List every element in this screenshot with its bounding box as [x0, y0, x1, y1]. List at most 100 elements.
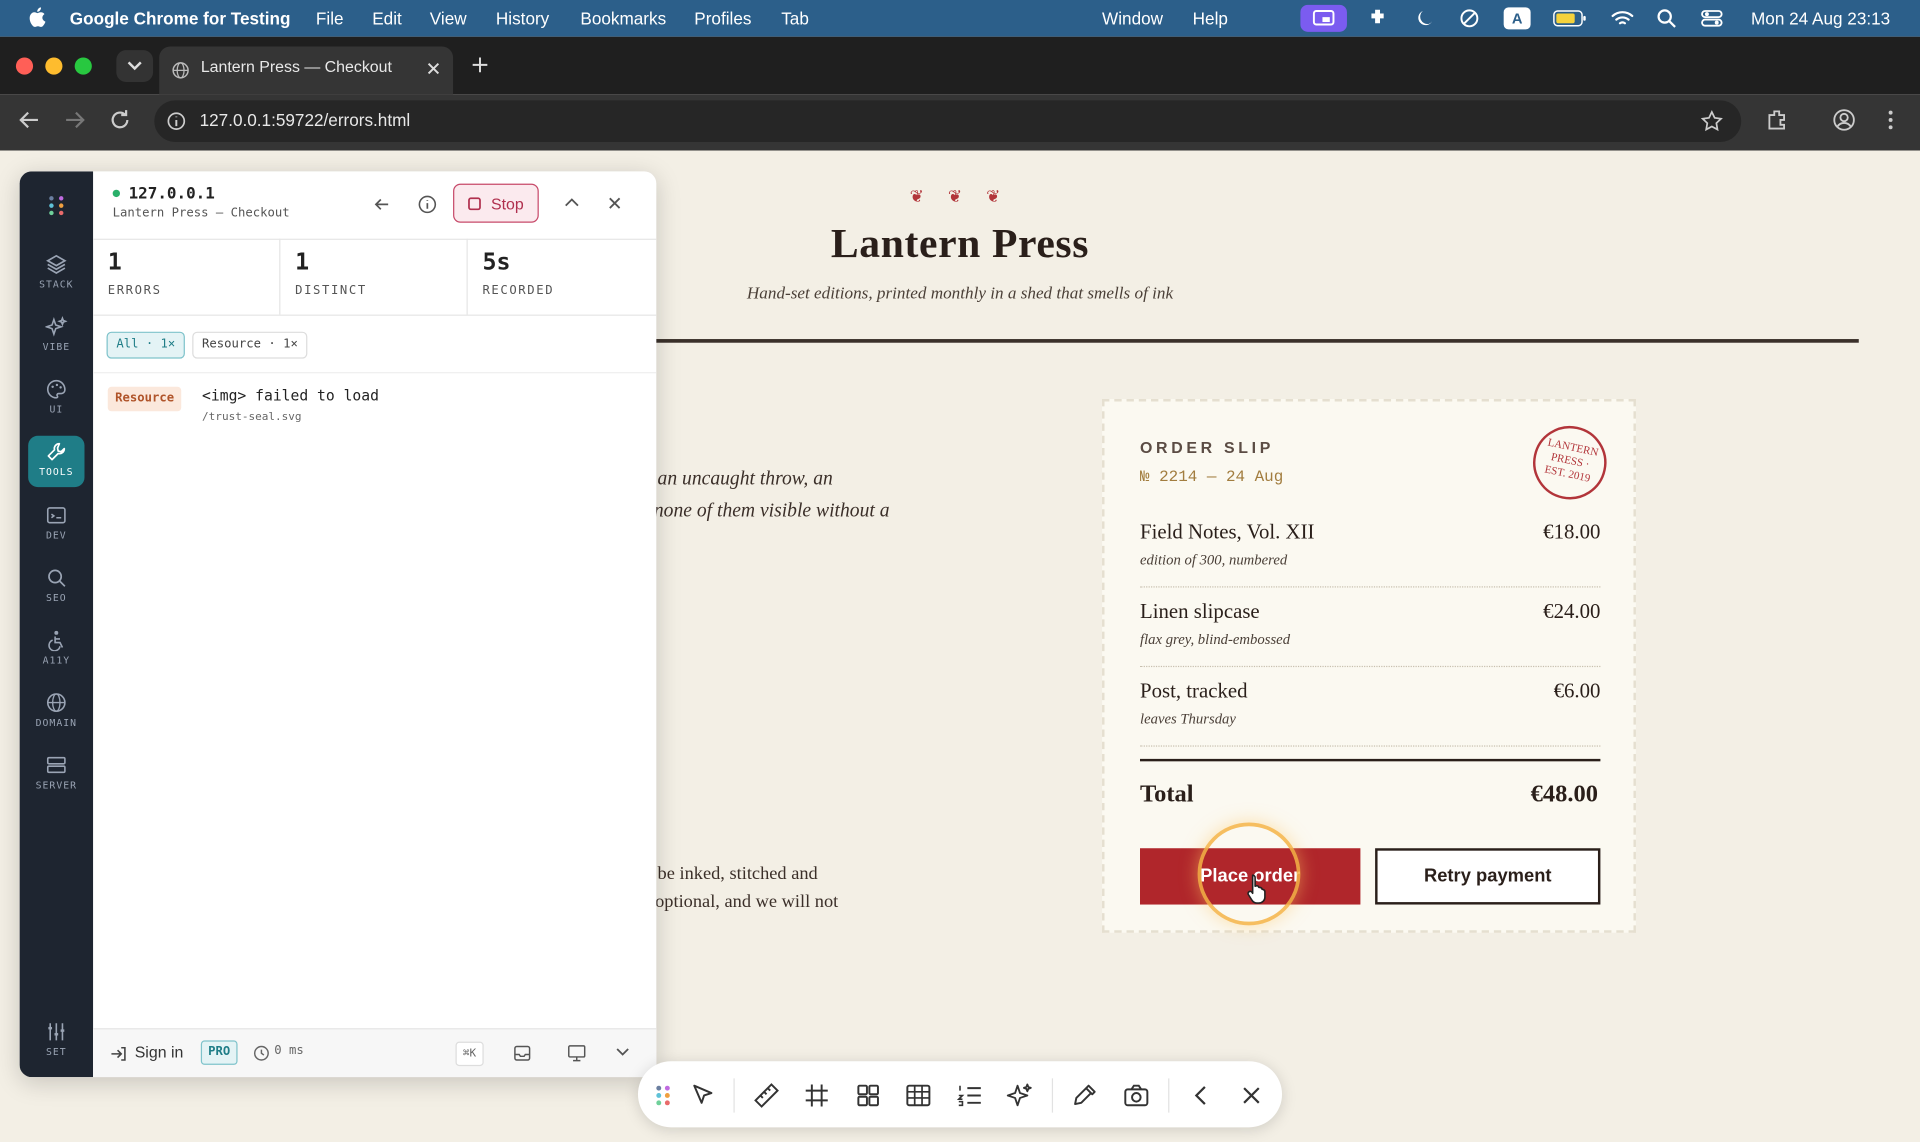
menu-view[interactable]: View	[430, 9, 467, 29]
sidebar-item-a11y[interactable]: A11Y	[28, 624, 84, 675]
battery-icon[interactable]	[1553, 10, 1587, 27]
tab-close-icon[interactable]	[426, 61, 441, 76]
screen-share-icon[interactable]	[1300, 4, 1347, 32]
menu-file[interactable]: File	[316, 9, 344, 29]
grid-hash-icon[interactable]	[802, 1081, 831, 1110]
table-icon[interactable]	[904, 1081, 933, 1110]
sidebar-item-server[interactable]: SERVER	[28, 749, 84, 800]
sign-in-arrow-icon[interactable]	[110, 1045, 127, 1062]
error-row[interactable]: Resource <img> failed to load /trust-sea…	[93, 377, 656, 433]
browser-tab-active[interactable]: Lantern Press — Checkout	[159, 46, 454, 95]
panel-close-icon[interactable]	[607, 196, 622, 211]
stat-recorded: 5s RECORDED	[468, 239, 655, 315]
magnifier-icon	[48, 569, 66, 587]
wifi-icon[interactable]	[1610, 7, 1634, 29]
sidebar-item-stack[interactable]: STACK	[28, 248, 84, 299]
forward-arrow-icon[interactable]	[64, 109, 86, 131]
extensions-icon[interactable]	[1764, 108, 1788, 132]
stop-recording-button[interactable]: Stop	[453, 183, 539, 223]
sidebar-label: SEO	[45, 592, 67, 604]
apple-icon[interactable]	[27, 6, 47, 28]
address-url[interactable]: 127.0.0.1:59722/errors.html	[200, 110, 411, 130]
window-zoom-button[interactable]	[74, 57, 92, 75]
item-name: Field Notes, Vol. XII	[1140, 520, 1315, 544]
globe-favicon-icon	[172, 62, 189, 79]
spotlight-search-icon[interactable]	[1656, 7, 1678, 29]
toolbar-drag-dots-icon[interactable]	[649, 1081, 678, 1110]
profile-avatar-icon[interactable]	[1832, 108, 1856, 132]
inbox-tray-icon[interactable]	[513, 1044, 531, 1062]
bookmark-star-icon[interactable]	[1700, 110, 1723, 132]
do-not-disturb-icon[interactable]	[1458, 7, 1480, 29]
app-name-menu[interactable]: Google Chrome for Testing	[70, 9, 291, 29]
pro-badge[interactable]: PRO	[200, 1040, 238, 1065]
chrome-menu-kebab-icon[interactable]	[1882, 108, 1899, 132]
total-value: €48.00	[1530, 780, 1598, 808]
menubar-clock[interactable]: Mon 24 Aug 23:13	[1751, 9, 1890, 29]
tab-search-chevron-icon[interactable]	[116, 50, 154, 83]
item-name: Linen slipcase	[1140, 599, 1260, 624]
panel-back-arrow-icon[interactable]	[373, 196, 390, 213]
select-pointer-icon[interactable]	[688, 1081, 717, 1110]
window-minimize-button[interactable]	[45, 57, 63, 75]
address-bar[interactable]: 127.0.0.1:59722/errors.html	[154, 100, 1742, 142]
sidebar-item-domain[interactable]: DOMAIN	[28, 687, 84, 738]
stack-layers-icon	[46, 254, 67, 274]
sign-in-link[interactable]: Sign in	[135, 1043, 184, 1061]
stat-label: ERRORS	[107, 283, 162, 298]
sidebar-item-tools[interactable]: TOOLS	[28, 435, 85, 488]
toolbar-separator	[1051, 1078, 1054, 1113]
menu-edit[interactable]: Edit	[372, 9, 402, 29]
input-source-badge[interactable]: A	[1503, 7, 1531, 30]
menu-history[interactable]: History	[496, 9, 549, 29]
chevron-left-icon[interactable]	[1187, 1081, 1216, 1110]
sidebar-item-dev[interactable]: DEV	[28, 499, 84, 550]
filter-chip-resource[interactable]: Resource · 1×	[192, 331, 308, 359]
item-price: €6.00	[1553, 679, 1601, 703]
extension-puzzle-icon[interactable]	[1367, 7, 1389, 29]
body-text-line-2: optional, and we will not	[655, 892, 839, 912]
color-picker-icon[interactable]	[1070, 1081, 1099, 1110]
code-window-icon	[46, 507, 66, 524]
layout-blocks-icon[interactable]	[853, 1081, 882, 1110]
menu-window[interactable]: Window	[1102, 9, 1163, 29]
reload-icon[interactable]	[109, 109, 131, 131]
stats-divider	[93, 314, 657, 316]
filter-chip-all[interactable]: All · 1×	[106, 331, 186, 359]
retry-payment-button[interactable]: Retry payment	[1375, 848, 1601, 905]
menu-tab[interactable]: Tab	[781, 9, 809, 29]
panel-info-icon[interactable]	[418, 195, 438, 215]
ruler-icon[interactable]	[752, 1081, 781, 1110]
sidebar-item-seo[interactable]: SEO	[28, 562, 84, 613]
sidebar-item-settings[interactable]: SET	[28, 1016, 84, 1067]
wrench-icon	[47, 442, 66, 461]
intro-italic-line-2: none of them visible without a	[653, 500, 890, 522]
sidebar-item-ui[interactable]: UI	[28, 373, 84, 424]
control-center-icon[interactable]	[1701, 7, 1723, 29]
moon-icon[interactable]	[1414, 7, 1436, 29]
menu-profiles[interactable]: Profiles	[694, 9, 751, 29]
sidebar-label: A11Y	[42, 654, 71, 666]
collapse-chevron-up-icon[interactable]	[564, 197, 579, 209]
camera-icon[interactable]	[1122, 1081, 1151, 1110]
ai-sparkle-icon[interactable]	[1005, 1081, 1034, 1110]
menu-bookmarks[interactable]: Bookmarks	[580, 9, 666, 29]
globe-icon	[46, 693, 66, 712]
stat-distinct: 1 DISTINCT	[280, 238, 468, 315]
sidebar-item-vibe[interactable]: VIBE	[28, 311, 84, 362]
new-tab-plus-icon[interactable]	[470, 55, 490, 75]
footer-chevron-down-icon[interactable]	[616, 1048, 629, 1058]
menu-help[interactable]: Help	[1193, 9, 1228, 29]
drag-handle-dots-icon[interactable]	[47, 193, 67, 217]
display-monitor-icon[interactable]	[567, 1044, 587, 1062]
item-price: €18.00	[1543, 520, 1601, 544]
stat-label: RECORDED	[482, 283, 555, 298]
order-number: № 2214 — 24 Aug	[1140, 467, 1284, 486]
back-arrow-icon[interactable]	[18, 109, 40, 131]
shortcut-hint[interactable]: ⌘K	[455, 1041, 484, 1067]
window-close-button[interactable]	[15, 57, 34, 75]
numbered-list-icon[interactable]	[955, 1081, 984, 1110]
site-info-icon[interactable]	[167, 111, 187, 131]
panel-footer: Sign in PRO 0 ms ⌘K	[93, 1028, 657, 1078]
toolbar-close-icon[interactable]	[1237, 1081, 1266, 1110]
